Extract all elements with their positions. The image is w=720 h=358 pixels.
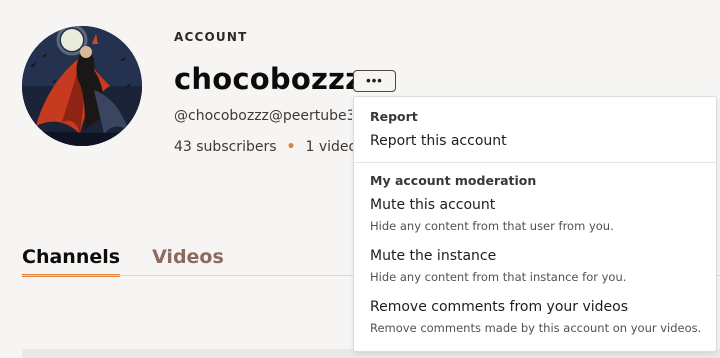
report-account-item[interactable]: Report this account — [354, 133, 716, 149]
mute-account-label: Mute this account — [370, 197, 496, 213]
page-title: chocobozzz — [174, 62, 363, 96]
video-count: 1 video — [305, 139, 358, 155]
remove-comments-label: Remove comments from your videos — [370, 299, 629, 315]
mute-instance-label: Mute the instance — [370, 248, 497, 264]
remove-comments-item[interactable]: Remove comments from your videos Remove … — [354, 299, 716, 335]
tab-channels[interactable]: Channels — [22, 246, 121, 277]
avatar-image — [22, 26, 142, 146]
dropdown-divider — [354, 162, 716, 163]
moderation-section-header: My account moderation — [370, 173, 537, 188]
account-stats: 43 subscribers • 1 video — [174, 139, 357, 155]
mute-account-description: Hide any content from that user from you… — [370, 219, 614, 233]
account-actions-dropdown: Report Report this account My account mo… — [353, 96, 717, 352]
report-account-label: Report this account — [370, 133, 507, 149]
tab-bar: Channels Videos — [22, 246, 256, 277]
subscriber-count: 43 subscribers — [174, 139, 277, 155]
tab-videos[interactable]: Videos — [152, 246, 224, 277]
remove-comments-description: Remove comments made by this account on … — [370, 321, 702, 335]
mute-account-item[interactable]: Mute this account Hide any content from … — [354, 197, 716, 233]
avatar — [22, 26, 142, 146]
report-section-header: Report — [370, 109, 418, 124]
more-options-button[interactable]: ••• — [353, 70, 396, 92]
mute-instance-item[interactable]: Mute the instance Hide any content from … — [354, 248, 716, 284]
account-handle: @chocobozzz@peertube3. — [174, 108, 352, 124]
section-label: ACCOUNT — [174, 30, 248, 44]
mute-instance-description: Hide any content from that instance for … — [370, 270, 627, 284]
separator-dot: • — [286, 139, 296, 155]
